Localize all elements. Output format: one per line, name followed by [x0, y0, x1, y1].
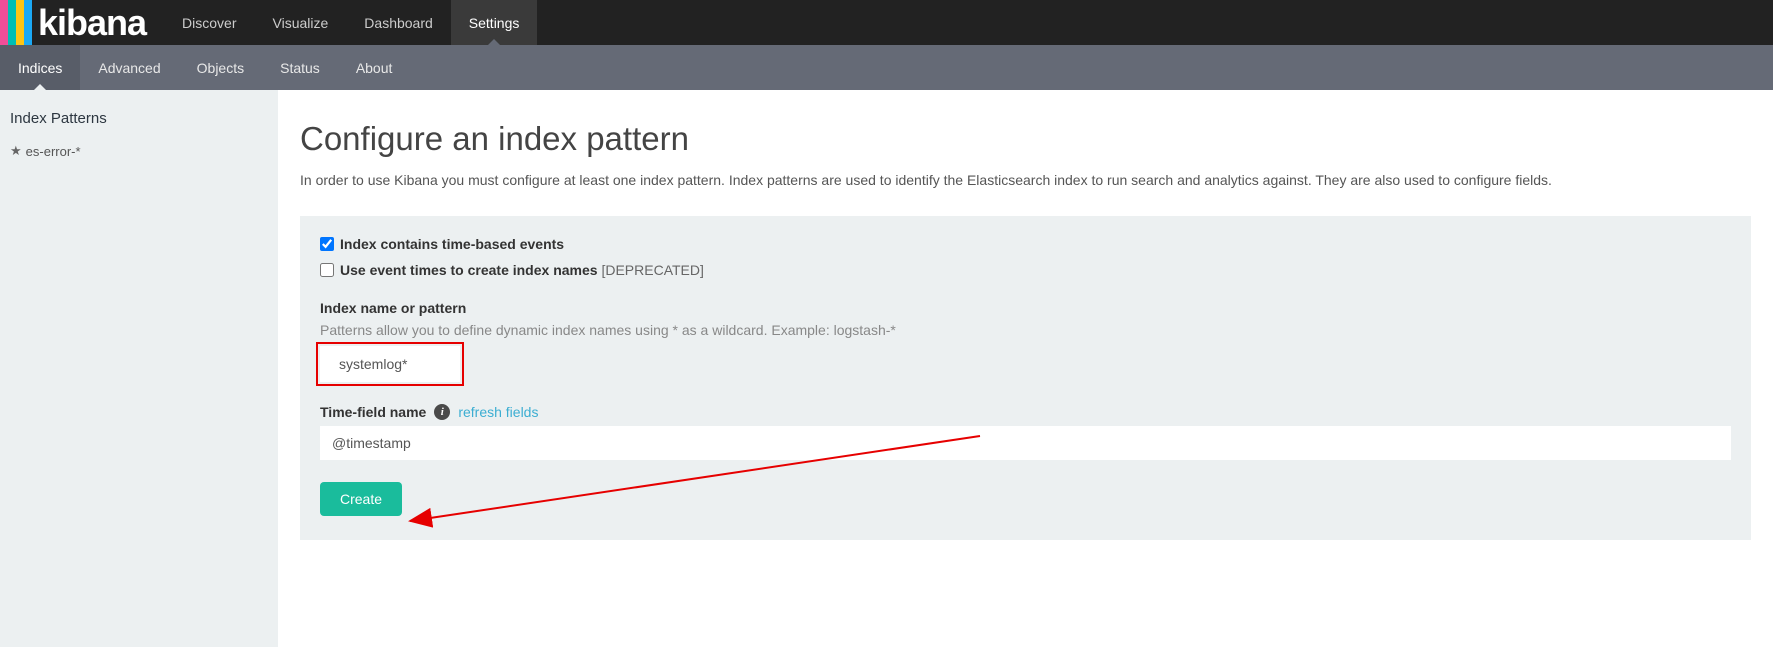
- checkbox-event-times-label[interactable]: Use event times to create index names [D…: [340, 262, 704, 278]
- subnav-indices[interactable]: Indices: [0, 45, 80, 90]
- main-content: Configure an index pattern In order to u…: [278, 90, 1773, 647]
- checkbox-event-times[interactable]: [320, 263, 334, 277]
- checkbox-time-based[interactable]: [320, 237, 334, 251]
- time-field-select[interactable]: @timestamp: [320, 426, 1731, 460]
- subnav-about[interactable]: About: [338, 45, 411, 90]
- sidebar-item-label: es-error-*: [26, 144, 81, 159]
- subnav-advanced[interactable]: Advanced: [80, 45, 178, 90]
- star-icon: ★: [10, 143, 22, 159]
- subnav-status[interactable]: Status: [262, 45, 338, 90]
- page-title: Configure an index pattern: [300, 120, 1751, 158]
- sidebar-heading: Index Patterns: [0, 102, 278, 137]
- time-field-label: Time-field name: [320, 404, 426, 420]
- app-logo-text: kibana: [32, 0, 164, 45]
- config-panel: Index contains time-based events Use eve…: [300, 216, 1751, 540]
- sidebar-item-pattern[interactable]: ★ es-error-*: [0, 137, 278, 165]
- refresh-fields-link[interactable]: refresh fields: [458, 404, 538, 420]
- index-name-input[interactable]: [320, 346, 460, 382]
- index-name-help: Patterns allow you to define dynamic ind…: [320, 322, 1731, 338]
- nav-dashboard[interactable]: Dashboard: [346, 0, 451, 45]
- subnav-objects[interactable]: Objects: [179, 45, 262, 90]
- nav-visualize[interactable]: Visualize: [255, 0, 347, 45]
- nav-discover[interactable]: Discover: [164, 0, 254, 45]
- index-name-label: Index name or pattern: [320, 300, 1731, 316]
- info-icon[interactable]: i: [434, 404, 450, 420]
- page-description: In order to use Kibana you must configur…: [300, 172, 1751, 188]
- top-nav: kibana Discover Visualize Dashboard Sett…: [0, 0, 1773, 45]
- logo-bars: [0, 0, 32, 45]
- checkbox-time-based-label[interactable]: Index contains time-based events: [340, 236, 564, 252]
- sidebar: Index Patterns ★ es-error-*: [0, 90, 278, 647]
- create-button[interactable]: Create: [320, 482, 402, 516]
- sub-nav: Indices Advanced Objects Status About: [0, 45, 1773, 90]
- nav-settings[interactable]: Settings: [451, 0, 538, 45]
